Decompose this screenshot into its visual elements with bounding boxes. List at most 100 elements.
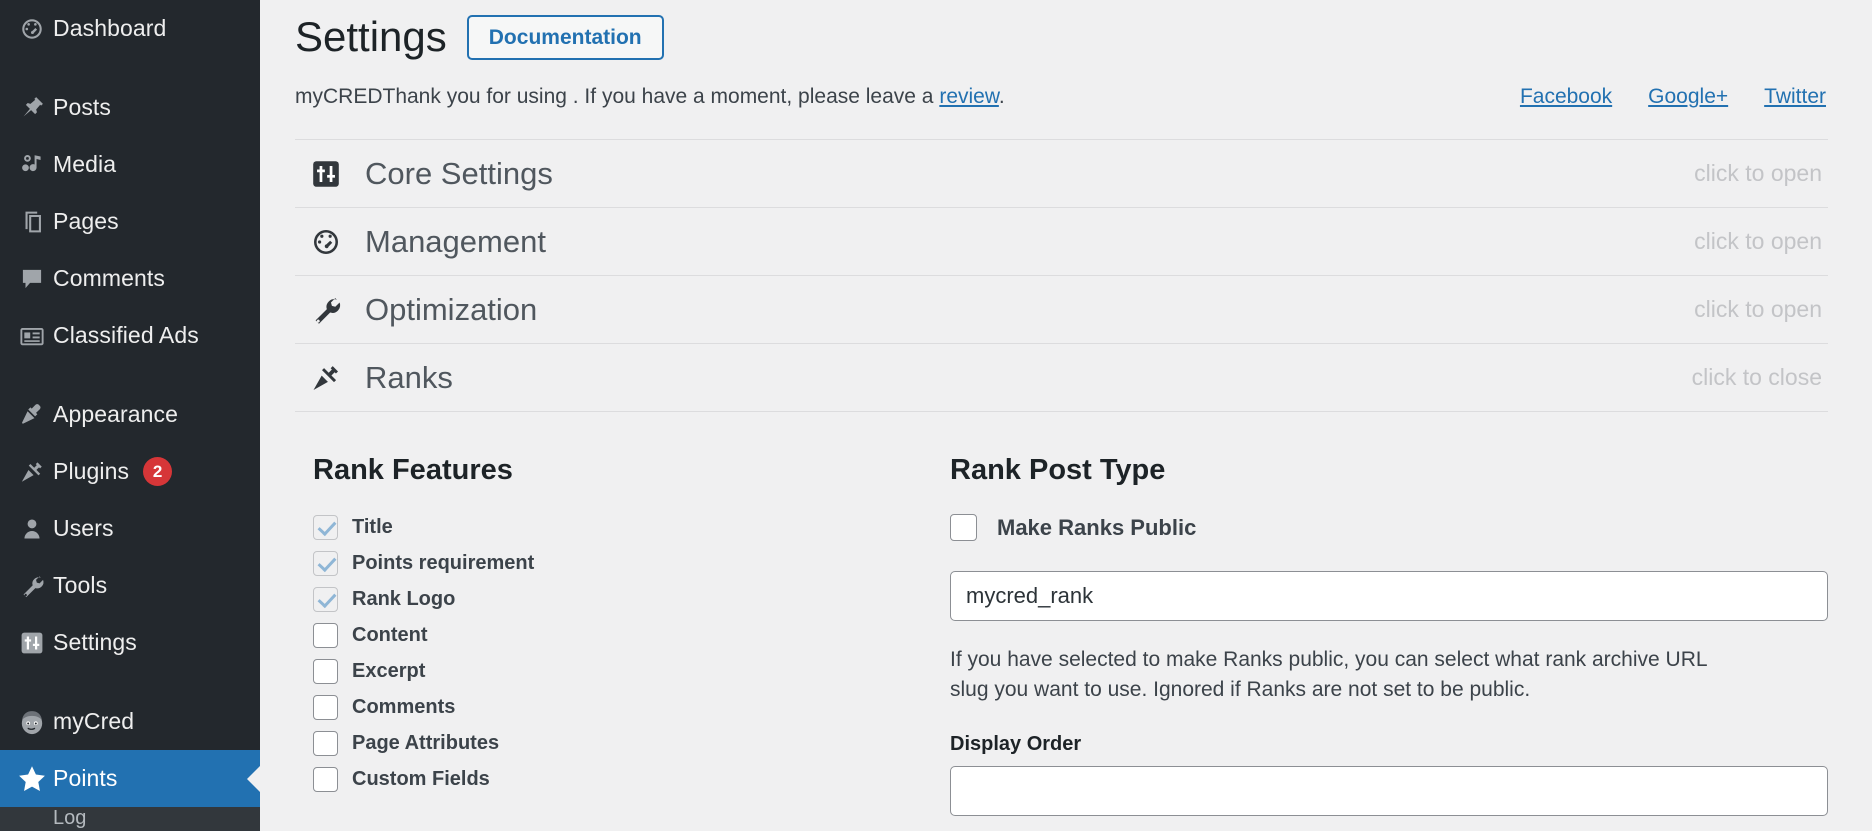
accordion-section-state: click to open xyxy=(1694,296,1828,323)
plug-icon xyxy=(309,361,343,395)
page-header: Settings Documentation xyxy=(295,0,1828,60)
sidebar-item-label: Plugins xyxy=(53,458,129,485)
sidebar-item-mycred[interactable]: myCred xyxy=(0,693,260,750)
rank-feature-checkbox[interactable] xyxy=(313,551,338,576)
rank-feature-row-excerpt[interactable]: Excerpt xyxy=(313,659,950,684)
sidebar-item-settings[interactable]: Settings xyxy=(0,614,260,671)
sidebar-item-label: myCred xyxy=(53,708,134,735)
rank-feature-checkbox[interactable] xyxy=(313,695,338,720)
rank-features-heading: Rank Features xyxy=(313,454,950,487)
wrench-icon xyxy=(309,293,343,327)
rank-slug-input[interactable] xyxy=(950,571,1828,621)
accordion-section-optimization[interactable]: Optimization click to open xyxy=(295,276,1828,344)
sidebar-item-classified-ads[interactable]: Classified Ads xyxy=(0,307,260,364)
accordion-section-label: Core Settings xyxy=(365,156,553,192)
social-link-google[interactable]: Google+ xyxy=(1648,85,1728,109)
accordion-section-label: Ranks xyxy=(365,360,453,396)
rank-feature-checkbox[interactable] xyxy=(313,731,338,756)
sidebar-item-users[interactable]: Users xyxy=(0,500,260,557)
rank-post-type-heading: Rank Post Type xyxy=(950,454,1828,487)
notice-row: myCREDThank you for using . If you have … xyxy=(295,85,1828,109)
accordion-section-left: Management xyxy=(295,224,546,260)
sliders-icon xyxy=(309,157,343,191)
sidebar-item-label: Comments xyxy=(53,265,165,292)
rank-feature-row-points-requirement[interactable]: Points requirement xyxy=(313,551,950,576)
rank-features-checkbox-list: Title Points requirement Rank Logo Content E… xyxy=(313,515,950,792)
sidebar-item-tools[interactable]: Tools xyxy=(0,557,260,614)
sliders-icon xyxy=(11,630,53,656)
star-icon xyxy=(11,764,53,794)
accordion-section-left: Optimization xyxy=(295,292,537,328)
review-link[interactable]: review xyxy=(939,85,999,108)
accordion-section-ranks[interactable]: Ranks click to close xyxy=(295,344,1828,412)
rank-feature-label: Excerpt xyxy=(352,660,425,683)
make-ranks-public-row[interactable]: Make Ranks Public xyxy=(950,515,1828,540)
sidebar-item-label: Tools xyxy=(53,572,107,599)
rank-slug-help-text: If you have selected to make Ranks publi… xyxy=(950,645,1740,705)
rank-feature-label: Page Attributes xyxy=(352,732,499,755)
rank-feature-label: Comments xyxy=(352,696,455,719)
sidebar-item-dashboard[interactable]: Dashboard xyxy=(0,0,260,57)
rank-feature-row-content[interactable]: Content xyxy=(313,623,950,648)
settings-accordion: Core Settingsclick to openManagementclic… xyxy=(295,140,1828,412)
documentation-button[interactable]: Documentation xyxy=(467,15,664,60)
dashboard-icon xyxy=(309,225,343,259)
sidebar-item-posts[interactable]: Posts xyxy=(0,79,260,136)
make-ranks-public-checkbox[interactable] xyxy=(950,514,977,541)
rank-feature-label: Rank Logo xyxy=(352,588,455,611)
user-icon xyxy=(11,516,53,542)
rank-feature-checkbox[interactable] xyxy=(313,623,338,648)
sidebar-item-label: Points xyxy=(53,765,118,792)
sidebar-item-pages[interactable]: Pages xyxy=(0,193,260,250)
classified-ads-icon xyxy=(11,323,53,349)
rank-feature-checkbox[interactable] xyxy=(313,515,338,540)
sidebar-separator xyxy=(0,671,260,693)
social-link-twitter[interactable]: Twitter xyxy=(1764,85,1826,109)
dashboard-icon xyxy=(11,16,53,42)
rank-feature-row-rank-logo[interactable]: Rank Logo xyxy=(313,587,950,612)
social-links: Facebook Google+ Twitter xyxy=(1520,85,1826,109)
sidebar-separator xyxy=(0,364,260,386)
sidebar-item-plugins[interactable]: Plugins2 xyxy=(0,443,260,500)
rank-feature-label: Title xyxy=(352,516,393,539)
accordion-section-left: Core Settings xyxy=(295,156,553,192)
social-link-facebook[interactable]: Facebook xyxy=(1520,85,1612,109)
sidebar-item-label: Posts xyxy=(53,94,111,121)
accordion-section-label: Optimization xyxy=(365,292,537,328)
sidebar-item-comments[interactable]: Comments xyxy=(0,250,260,307)
rank-feature-checkbox[interactable] xyxy=(313,587,338,612)
ranks-panel: Rank Features Title Points requirement Ran… xyxy=(295,412,1828,816)
sidebar-item-media[interactable]: Media xyxy=(0,136,260,193)
rank-feature-row-custom-fields[interactable]: Custom Fields xyxy=(313,767,950,792)
sidebar-item-points[interactable]: Points xyxy=(0,750,260,807)
pages-icon xyxy=(11,209,53,235)
sidebar-item-appearance[interactable]: Appearance xyxy=(0,386,260,443)
sidebar-item-label: Media xyxy=(53,151,116,178)
admin-sidebar: Dashboard Posts Media Pages Comments Classifi… xyxy=(0,0,260,831)
rank-feature-row-page-attributes[interactable]: Page Attributes xyxy=(313,731,950,756)
sidebar-item-label: Pages xyxy=(53,208,119,235)
accordion-section-left: Ranks xyxy=(295,360,453,396)
accordion-section-state: click to close xyxy=(1692,364,1828,391)
sidebar-submenu-item-log[interactable]: Log xyxy=(0,807,260,831)
sidebar-item-label: Appearance xyxy=(53,401,178,428)
thank-you-notice: myCREDThank you for using . If you have … xyxy=(295,85,1005,109)
main-content: Settings Documentation myCREDThank you f… xyxy=(260,0,1872,831)
notice-text-after: . xyxy=(999,85,1005,108)
rank-feature-checkbox[interactable] xyxy=(313,659,338,684)
sidebar-separator xyxy=(0,57,260,79)
wrench-icon xyxy=(11,573,53,599)
rank-feature-label: Custom Fields xyxy=(352,768,490,791)
accordion-section-state: click to open xyxy=(1694,160,1828,187)
accordion-section-label: Management xyxy=(365,224,546,260)
media-icon xyxy=(11,152,53,178)
rank-feature-checkbox[interactable] xyxy=(313,767,338,792)
display-order-input[interactable] xyxy=(950,766,1828,816)
accordion-section-management[interactable]: Managementclick to open xyxy=(295,208,1828,276)
page-title: Settings xyxy=(295,14,447,60)
accordion-section-core-settings[interactable]: Core Settings click to open xyxy=(295,140,1828,208)
rank-feature-label: Points requirement xyxy=(352,552,534,575)
pin-icon xyxy=(11,95,53,121)
rank-feature-row-comments[interactable]: Comments xyxy=(313,695,950,720)
rank-feature-row-title[interactable]: Title xyxy=(313,515,950,540)
